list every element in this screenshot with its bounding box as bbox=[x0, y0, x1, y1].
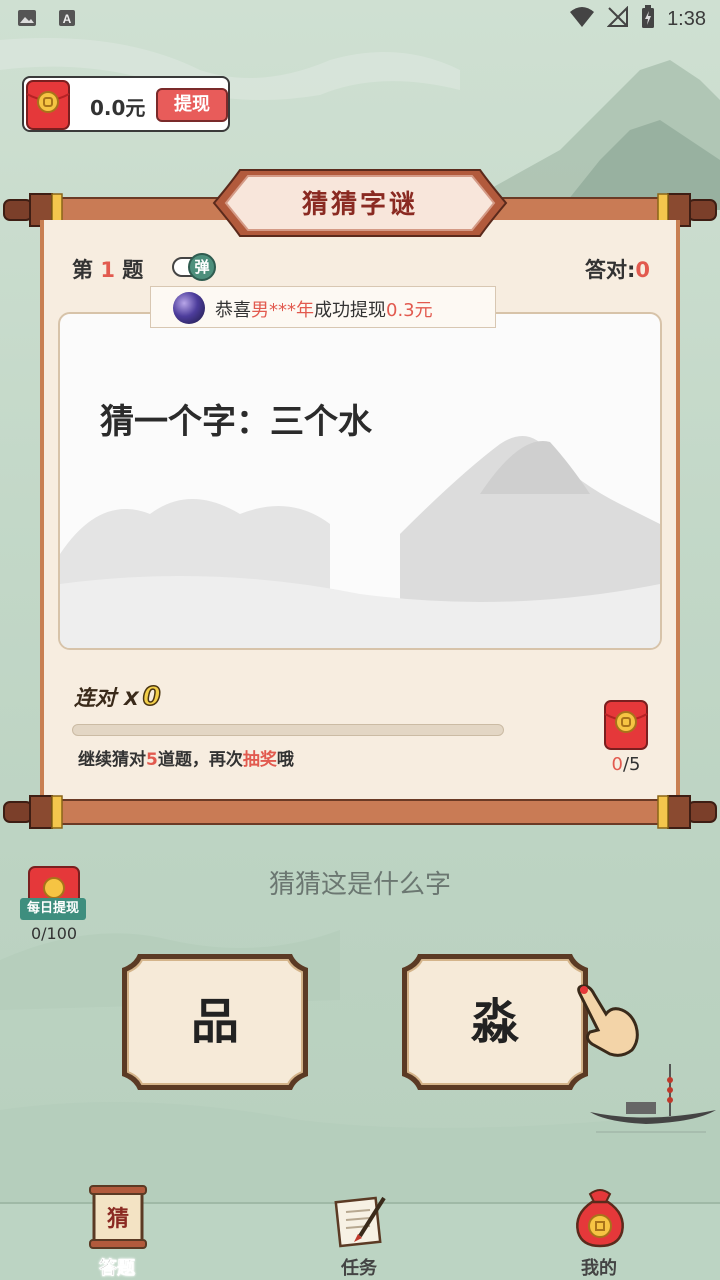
scroll-guess-icon: 猜 bbox=[89, 1185, 147, 1249]
daily-withdraw-button[interactable]: 每日提现 0/100 bbox=[18, 866, 90, 946]
status-bar: A 1:38 bbox=[0, 0, 720, 36]
page-title: 猜猜字谜 bbox=[301, 190, 418, 220]
nav-label-mine: 我的 bbox=[581, 1258, 617, 1279]
pointing-hand-icon bbox=[577, 984, 639, 1057]
battery-charging-icon bbox=[641, 5, 655, 33]
withdraw-button[interactable]: 提现 bbox=[156, 88, 228, 122]
answer-option-2[interactable]: 淼 bbox=[400, 952, 590, 1092]
answer-option-1-label: 品 bbox=[190, 994, 239, 1050]
daily-withdraw-count: 0/100 bbox=[30, 924, 78, 943]
lottery-hint: 继续猜对5道题，再次抽奖哦 bbox=[78, 750, 294, 770]
signal-off-icon bbox=[606, 5, 629, 32]
answer-option-1[interactable]: 品 bbox=[120, 952, 310, 1092]
streak-progress-bar bbox=[72, 724, 504, 736]
boat-decoration bbox=[590, 1064, 716, 1133]
wallet-amount: 0.0元 bbox=[90, 96, 146, 120]
question-number: 第 1 题 bbox=[72, 258, 144, 282]
notice-user: 男***年 bbox=[251, 300, 314, 321]
nav-icon-char: 猜 bbox=[106, 1207, 129, 1232]
svg-text:A: A bbox=[63, 12, 72, 26]
streak-counter: 连对 X 0 bbox=[74, 681, 162, 713]
nav-item-mine[interactable]: 我的 bbox=[534, 1189, 664, 1280]
barrage-toggle-knob: 弹 bbox=[188, 253, 216, 281]
question-card: 猜一个字：三个水 bbox=[58, 312, 662, 650]
paper-brush-icon bbox=[334, 1196, 386, 1248]
answer-prompt: 猜猜这是什么字 bbox=[268, 870, 451, 900]
image-icon bbox=[16, 8, 38, 28]
notice-middle: 成功提现 bbox=[314, 300, 386, 321]
scroll-bottom-rod bbox=[3, 795, 717, 829]
lottery-count: 0/5 bbox=[611, 754, 641, 775]
nav-label-tasks: 任务 bbox=[341, 1258, 377, 1279]
font-icon: A bbox=[56, 8, 78, 28]
lottery-red-packet-icon[interactable] bbox=[604, 700, 648, 750]
notice-amount: 0.3元 bbox=[386, 300, 433, 321]
bottom-nav: 猜 答题 任务 我的 bbox=[0, 1185, 720, 1280]
barrage-toggle[interactable]: 弹 bbox=[172, 253, 218, 281]
wifi-icon bbox=[569, 6, 595, 32]
money-bag-icon bbox=[576, 1189, 624, 1248]
nav-label-answer: 答题 bbox=[99, 1258, 136, 1280]
daily-withdraw-label: 每日提现 bbox=[20, 898, 86, 920]
nav-item-answer[interactable]: 猜 答题 bbox=[52, 1185, 182, 1280]
ink-landscape-image bbox=[60, 436, 660, 648]
correct-count: 答对:0 bbox=[584, 258, 650, 282]
question-text: 猜一个字：三个水 bbox=[100, 402, 372, 442]
red-packet-icon bbox=[26, 80, 70, 130]
withdraw-notice: 恭喜男***年成功提现0.3元 bbox=[150, 286, 496, 328]
answer-option-2-label: 淼 bbox=[470, 994, 519, 1050]
avatar bbox=[173, 292, 205, 324]
notice-prefix: 恭喜 bbox=[215, 300, 251, 321]
wallet-card[interactable]: 0.0元 提现 bbox=[22, 76, 230, 132]
status-time: 1:38 bbox=[667, 7, 706, 30]
nav-item-tasks[interactable]: 任务 bbox=[294, 1196, 424, 1280]
